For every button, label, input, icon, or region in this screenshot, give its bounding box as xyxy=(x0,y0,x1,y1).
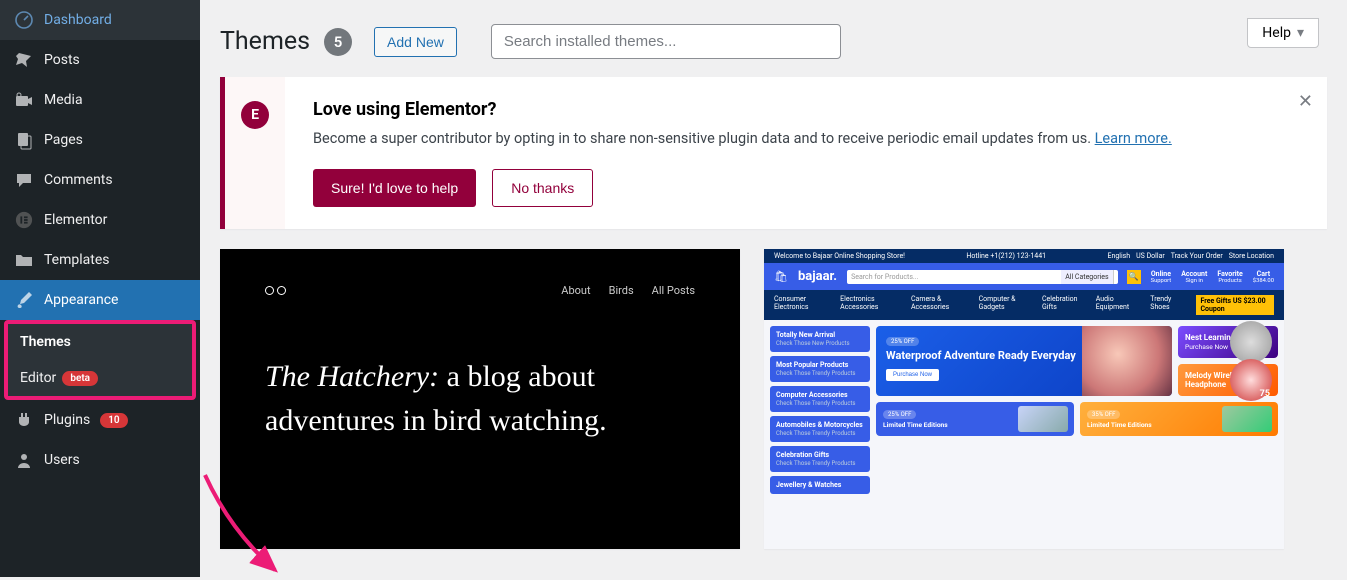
phone-icon xyxy=(1018,406,1068,432)
sidebar-label: Pages xyxy=(44,132,83,148)
theme-preview: About Birds All Posts The Hatchery: a bl… xyxy=(220,249,740,549)
preview-hero-text: The Hatchery: a blog about adventures in… xyxy=(265,355,695,442)
submenu-themes[interactable]: Themes xyxy=(8,324,192,360)
folder-icon xyxy=(14,250,34,270)
no-thanks-button[interactable]: No thanks xyxy=(492,169,593,207)
product-icon xyxy=(1230,321,1272,363)
brush-icon xyxy=(14,290,34,310)
plugins-count-badge: 10 xyxy=(100,413,127,428)
admin-sidebar: Dashboard Posts Media Pages Comments Ele… xyxy=(0,0,200,577)
preview-links: About Birds All Posts xyxy=(561,284,695,297)
sidebar-item-media[interactable]: Media xyxy=(0,80,200,120)
notice-accent: E xyxy=(225,77,285,229)
sidebar-item-appearance[interactable]: Appearance xyxy=(0,280,200,320)
submenu-label: Themes xyxy=(20,334,71,350)
sidebar-label: Appearance xyxy=(44,292,118,308)
elementor-badge-icon: E xyxy=(241,101,269,129)
preview-categories: Consumer Electronics Electronics Accesso… xyxy=(764,290,1284,320)
sidebar-item-posts[interactable]: Posts xyxy=(0,40,200,80)
theme-preview: Welcome to Bajaar Online Shopping Store!… xyxy=(764,249,1284,549)
help-tab[interactable]: Help xyxy=(1247,18,1319,48)
appearance-submenu: Themes Editor beta xyxy=(4,320,196,400)
search-icon: 🔍 xyxy=(1127,270,1141,284)
elementor-icon xyxy=(14,210,34,230)
sidebar-label: Posts xyxy=(44,52,80,68)
sidebar-item-users[interactable]: Users xyxy=(0,440,200,480)
sidebar-label: Comments xyxy=(44,172,113,188)
themes-count: 5 xyxy=(324,28,352,56)
sidebar-item-elementor[interactable]: Elementor xyxy=(0,200,200,240)
help-label: Help xyxy=(1262,25,1291,41)
watch-icon xyxy=(1222,406,1272,432)
opt-in-button[interactable]: Sure! I'd love to help xyxy=(313,169,476,207)
preview-nav: About Birds All Posts xyxy=(265,284,695,297)
preview-topbar: Welcome to Bajaar Online Shopping Store!… xyxy=(764,249,1284,263)
pin-icon xyxy=(14,50,34,70)
preview-logo-icon xyxy=(265,286,286,295)
add-new-button[interactable]: Add New xyxy=(374,27,457,57)
theme-grid: About Birds All Posts The Hatchery: a bl… xyxy=(220,249,1327,549)
page-header: Themes 5 Add New xyxy=(220,0,1327,77)
preview-hero-banner: 25% OFF Waterproof Adventure Ready Every… xyxy=(876,326,1172,396)
user-icon xyxy=(14,450,34,470)
notice-body: Love using Elementor? Become a super con… xyxy=(285,77,1327,229)
sidebar-label: Plugins xyxy=(44,412,90,428)
notice-actions: Sure! I'd love to help No thanks xyxy=(313,169,1299,207)
beta-badge: beta xyxy=(62,371,98,386)
elementor-notice: E Love using Elementor? Become a super c… xyxy=(220,77,1327,229)
notice-title: Love using Elementor? xyxy=(313,99,1299,120)
plug-icon xyxy=(14,410,34,430)
hero-image-icon xyxy=(1082,326,1172,396)
preview-brand: bajaar. xyxy=(798,269,837,284)
main-content: Help Themes 5 Add New E Love using Eleme… xyxy=(200,0,1347,549)
sidebar-label: Media xyxy=(44,92,83,108)
sidebar-label: Users xyxy=(44,452,80,468)
search-themes-input[interactable] xyxy=(491,24,841,59)
preview-sidebar: Totally New ArrivalCheck Those New Produ… xyxy=(770,326,870,494)
pages-icon xyxy=(14,130,34,150)
sidebar-item-plugins[interactable]: Plugins 10 xyxy=(0,400,200,440)
page-title: Themes xyxy=(220,27,310,56)
preview-search: Search for Products... All Categories xyxy=(847,270,1118,284)
notice-text: Become a super contributor by opting in … xyxy=(313,130,1299,147)
sidebar-item-dashboard[interactable]: Dashboard xyxy=(0,0,200,40)
sidebar-label: Dashboard xyxy=(44,12,112,28)
submenu-editor[interactable]: Editor beta xyxy=(8,360,192,396)
sidebar-label: Templates xyxy=(44,252,110,268)
dismiss-notice-button[interactable]: ✕ xyxy=(1298,91,1313,112)
comment-icon xyxy=(14,170,34,190)
sidebar-label: Elementor xyxy=(44,212,107,228)
annotation-arrow-icon xyxy=(190,470,290,580)
preview-header: 🛍 bajaar. Search for Products... All Cat… xyxy=(764,263,1284,290)
dashboard-icon xyxy=(14,10,34,30)
media-icon xyxy=(14,90,34,110)
theme-card[interactable]: Welcome to Bajaar Online Shopping Store!… xyxy=(764,249,1284,549)
product-icon: 75 xyxy=(1230,359,1272,401)
theme-card[interactable]: About Birds All Posts The Hatchery: a bl… xyxy=(220,249,740,549)
submenu-label: Editor xyxy=(20,370,56,386)
learn-more-link[interactable]: Learn more. xyxy=(1095,130,1172,147)
sidebar-item-comments[interactable]: Comments xyxy=(0,160,200,200)
sidebar-item-pages[interactable]: Pages xyxy=(0,120,200,160)
sidebar-item-templates[interactable]: Templates xyxy=(0,240,200,280)
